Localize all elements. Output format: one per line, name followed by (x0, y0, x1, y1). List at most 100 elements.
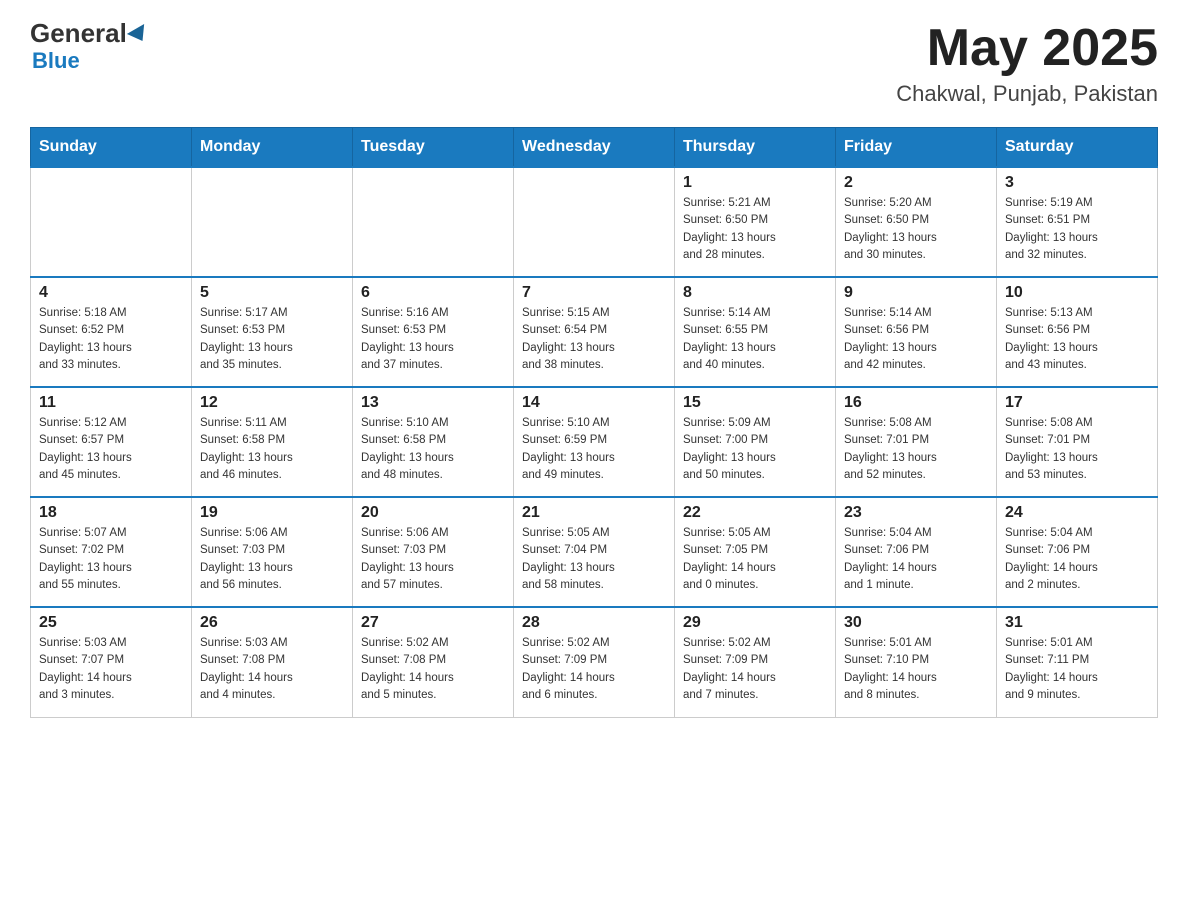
day-number: 15 (683, 394, 827, 412)
day-number: 19 (200, 504, 344, 522)
calendar-cell: 26Sunrise: 5:03 AMSunset: 7:08 PMDayligh… (192, 607, 353, 717)
day-number: 21 (522, 504, 666, 522)
calendar-cell: 23 Sunrise: 5:04 AMSunset: 7:06 PMDayligh… (836, 497, 997, 607)
day-number: 2 (844, 174, 988, 192)
day-number: 10 (1005, 284, 1149, 302)
calendar-cell: 17Sunrise: 5:08 AMSunset: 7:01 PMDayligh… (997, 387, 1158, 497)
day-of-week-friday: Friday (836, 128, 997, 168)
location: Chakwal, Punjab, Pakistan (896, 81, 1158, 107)
calendar-cell: 14Sunrise: 5:10 AMSunset: 6:59 PMDayligh… (514, 387, 675, 497)
day-info: Sunrise: 5:09 AMSunset: 7:00 PMDaylight:… (683, 415, 827, 484)
logo-general: General (30, 20, 127, 46)
day-number: 18 (39, 504, 183, 522)
calendar-week-4: 18Sunrise: 5:07 AMSunset: 7:02 PMDayligh… (31, 497, 1158, 607)
day-number: 5 (200, 284, 344, 302)
calendar-cell (514, 167, 675, 277)
calendar-week-3: 11 Sunrise: 5:12 AMSunset: 6:57 PMDayligh… (31, 387, 1158, 497)
day-info: Sunrise: 5:14 AMSunset: 6:56 PMDaylight:… (844, 305, 988, 374)
calendar-cell: 20Sunrise: 5:06 AMSunset: 7:03 PMDayligh… (353, 497, 514, 607)
logo-text: General (30, 20, 151, 46)
day-info: Sunrise: 5:13 AMSunset: 6:56 PMDaylight:… (1005, 305, 1149, 374)
calendar-week-5: 25 Sunrise: 5:03 AMSunset: 7:07 PMDayligh… (31, 607, 1158, 717)
calendar-week-1: 1Sunrise: 5:21 AMSunset: 6:50 PMDaylight… (31, 167, 1158, 277)
day-number: 31 (1005, 614, 1149, 632)
day-info: Sunrise: 5:03 AMSunset: 7:07 PMDaylight:… (39, 635, 183, 704)
calendar-cell: 5Sunrise: 5:17 AMSunset: 6:53 PMDaylight… (192, 277, 353, 387)
day-of-week-thursday: Thursday (675, 128, 836, 168)
day-info: Sunrise: 5:08 AMSunset: 7:01 PMDaylight:… (1005, 415, 1149, 484)
day-info: Sunrise: 5:02 AMSunset: 7:09 PMDaylight:… (683, 635, 827, 704)
calendar-header: SundayMondayTuesdayWednesdayThursdayFrid… (31, 128, 1158, 168)
calendar-cell: 2Sunrise: 5:20 AMSunset: 6:50 PMDaylight… (836, 167, 997, 277)
calendar-cell: 8Sunrise: 5:14 AMSunset: 6:55 PMDaylight… (675, 277, 836, 387)
calendar-cell: 12 Sunrise: 5:11 AMSunset: 6:58 PMDayligh… (192, 387, 353, 497)
logo-arrow-icon (127, 24, 151, 46)
calendar-cell: 27 Sunrise: 5:02 AMSunset: 7:08 PMDayligh… (353, 607, 514, 717)
calendar-cell: 15 Sunrise: 5:09 AMSunset: 7:00 PMDayligh… (675, 387, 836, 497)
day-of-week-tuesday: Tuesday (353, 128, 514, 168)
day-info: Sunrise: 5:02 AMSunset: 7:08 PMDaylight:… (361, 635, 505, 704)
day-info: Sunrise: 5:15 AMSunset: 6:54 PMDaylight:… (522, 305, 666, 374)
calendar-cell: 28 Sunrise: 5:02 AMSunset: 7:09 PMDayligh… (514, 607, 675, 717)
day-number: 12 (200, 394, 344, 412)
day-number: 13 (361, 394, 505, 412)
calendar-cell (353, 167, 514, 277)
day-number: 25 (39, 614, 183, 632)
day-number: 27 (361, 614, 505, 632)
day-of-week-saturday: Saturday (997, 128, 1158, 168)
calendar-cell: 1Sunrise: 5:21 AMSunset: 6:50 PMDaylight… (675, 167, 836, 277)
day-info: Sunrise: 5:11 AMSunset: 6:58 PMDaylight:… (200, 415, 344, 484)
calendar-week-2: 4 Sunrise: 5:18 AMSunset: 6:52 PMDaylight… (31, 277, 1158, 387)
calendar-cell: 24Sunrise: 5:04 AMSunset: 7:06 PMDayligh… (997, 497, 1158, 607)
day-number: 7 (522, 284, 666, 302)
calendar-cell: 4 Sunrise: 5:18 AMSunset: 6:52 PMDaylight… (31, 277, 192, 387)
calendar-cell: 31 Sunrise: 5:01 AMSunset: 7:11 PMDayligh… (997, 607, 1158, 717)
title-block: May 2025 Chakwal, Punjab, Pakistan (896, 20, 1158, 107)
day-number: 14 (522, 394, 666, 412)
day-number: 26 (200, 614, 344, 632)
day-info: Sunrise: 5:06 AMSunset: 7:03 PMDaylight:… (361, 525, 505, 594)
day-info: Sunrise: 5:02 AMSunset: 7:09 PMDaylight:… (522, 635, 666, 704)
calendar-body: 1Sunrise: 5:21 AMSunset: 6:50 PMDaylight… (31, 167, 1158, 717)
day-of-week-wednesday: Wednesday (514, 128, 675, 168)
calendar-cell: 13 Sunrise: 5:10 AMSunset: 6:58 PMDayligh… (353, 387, 514, 497)
day-info: Sunrise: 5:12 AMSunset: 6:57 PMDaylight:… (39, 415, 183, 484)
calendar-cell: 19 Sunrise: 5:06 AMSunset: 7:03 PMDayligh… (192, 497, 353, 607)
day-number: 6 (361, 284, 505, 302)
day-number: 28 (522, 614, 666, 632)
day-info: Sunrise: 5:10 AMSunset: 6:58 PMDaylight:… (361, 415, 505, 484)
day-info: Sunrise: 5:21 AMSunset: 6:50 PMDaylight:… (683, 195, 827, 264)
calendar-cell: 6Sunrise: 5:16 AMSunset: 6:53 PMDaylight… (353, 277, 514, 387)
calendar-cell: 11 Sunrise: 5:12 AMSunset: 6:57 PMDayligh… (31, 387, 192, 497)
day-info: Sunrise: 5:06 AMSunset: 7:03 PMDaylight:… (200, 525, 344, 594)
calendar-cell: 10 Sunrise: 5:13 AMSunset: 6:56 PMDayligh… (997, 277, 1158, 387)
day-number: 4 (39, 284, 183, 302)
calendar-cell (192, 167, 353, 277)
day-number: 23 (844, 504, 988, 522)
calendar-cell: 21Sunrise: 5:05 AMSunset: 7:04 PMDayligh… (514, 497, 675, 607)
day-number: 16 (844, 394, 988, 412)
days-of-week-row: SundayMondayTuesdayWednesdayThursdayFrid… (31, 128, 1158, 168)
month-title: May 2025 (896, 20, 1158, 77)
calendar-table: SundayMondayTuesdayWednesdayThursdayFrid… (30, 127, 1158, 718)
calendar-cell: 7 Sunrise: 5:15 AMSunset: 6:54 PMDaylight… (514, 277, 675, 387)
calendar-cell: 30Sunrise: 5:01 AMSunset: 7:10 PMDayligh… (836, 607, 997, 717)
day-info: Sunrise: 5:01 AMSunset: 7:11 PMDaylight:… (1005, 635, 1149, 704)
day-of-week-sunday: Sunday (31, 128, 192, 168)
day-number: 9 (844, 284, 988, 302)
day-number: 8 (683, 284, 827, 302)
calendar-cell: 16Sunrise: 5:08 AMSunset: 7:01 PMDayligh… (836, 387, 997, 497)
logo-blue: Blue (32, 48, 80, 74)
day-info: Sunrise: 5:04 AMSunset: 7:06 PMDaylight:… (1005, 525, 1149, 594)
calendar-cell (31, 167, 192, 277)
day-of-week-monday: Monday (192, 128, 353, 168)
day-info: Sunrise: 5:18 AMSunset: 6:52 PMDaylight:… (39, 305, 183, 374)
day-info: Sunrise: 5:05 AMSunset: 7:05 PMDaylight:… (683, 525, 827, 594)
calendar-cell: 9 Sunrise: 5:14 AMSunset: 6:56 PMDaylight… (836, 277, 997, 387)
day-info: Sunrise: 5:04 AMSunset: 7:06 PMDaylight:… (844, 525, 988, 594)
day-number: 11 (39, 394, 183, 412)
logo: General Blue (30, 20, 151, 74)
calendar-cell: 29 Sunrise: 5:02 AMSunset: 7:09 PMDayligh… (675, 607, 836, 717)
day-number: 22 (683, 504, 827, 522)
day-number: 29 (683, 614, 827, 632)
